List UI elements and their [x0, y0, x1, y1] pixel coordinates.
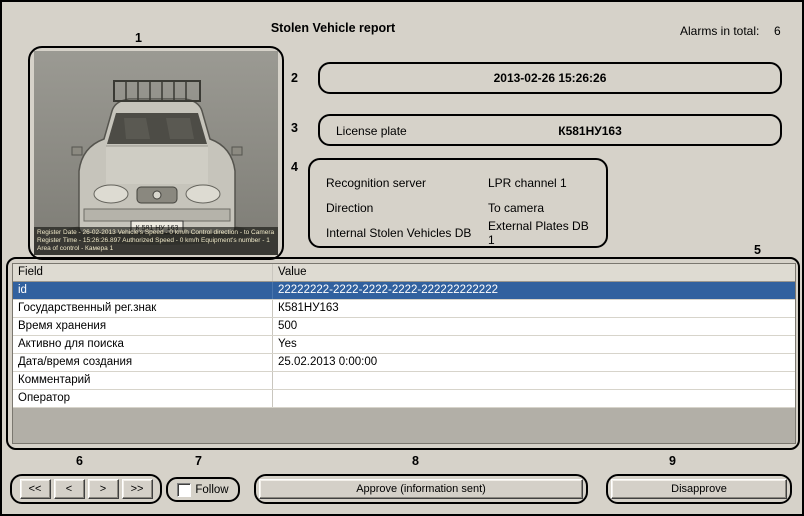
capture-datetime: 2013-02-26 15:26:26	[494, 71, 607, 85]
field-cell[interactable]: Государственный рег.знак	[13, 300, 273, 317]
detail-row-direction: Direction To camera	[326, 195, 596, 220]
navigation-box: << < > >>	[10, 474, 162, 504]
column-header-field[interactable]: Field	[13, 264, 273, 281]
alarms-total-count: 6	[774, 24, 781, 38]
table-row-operator[interactable]: Оператор	[13, 390, 795, 408]
recognition-details-box: Recognition server LPR channel 1 Directi…	[308, 158, 608, 248]
callout-number-3: 3	[291, 121, 298, 135]
callout-number-5: 5	[754, 243, 761, 257]
capture-datetime-box: 2013-02-26 15:26:26	[318, 62, 782, 94]
stolen-db-label: Internal Stolen Vehicles DB	[326, 226, 488, 240]
column-header-value[interactable]: Value	[273, 264, 795, 281]
approve-box: Approve (information sent)	[254, 474, 588, 504]
table-header-row: Field Value	[13, 264, 795, 282]
field-cell[interactable]: id	[13, 282, 273, 299]
previous-record-button[interactable]: <	[54, 479, 85, 499]
table-row-storage-time[interactable]: Время хранения 500	[13, 318, 795, 336]
detail-row-database: Internal Stolen Vehicles DB External Pla…	[326, 220, 596, 245]
value-cell[interactable]: Yes	[273, 336, 795, 353]
direction-label: Direction	[326, 201, 488, 215]
next-record-button[interactable]: >	[88, 479, 119, 499]
photo-overlay-line2: Register Time - 15:26:26.897 Authorized …	[37, 237, 275, 245]
follow-box: Follow	[166, 477, 240, 502]
field-cell[interactable]: Оператор	[13, 390, 273, 407]
recognition-server-label: Recognition server	[326, 176, 488, 190]
field-cell[interactable]: Комментарий	[13, 372, 273, 389]
field-cell[interactable]: Активно для поиска	[13, 336, 273, 353]
callout-number-7: 7	[195, 454, 202, 468]
field-cell[interactable]: Время хранения	[13, 318, 273, 335]
vehicle-photo-image: К 581 НУ 163	[34, 51, 278, 255]
last-record-button[interactable]: >>	[122, 479, 153, 499]
stolen-vehicle-report-window: Stolen Vehicle report Alarms in total: 6…	[0, 0, 804, 516]
table-row-comment[interactable]: Комментарий	[13, 372, 795, 390]
recognition-details: Recognition server LPR channel 1 Directi…	[326, 170, 596, 245]
table-row-id[interactable]: id 22222222-2222-2222-2222-222222222222	[13, 282, 795, 300]
callout-number-2: 2	[291, 71, 298, 85]
disapprove-box: Disapprove	[606, 474, 792, 504]
value-cell[interactable]	[273, 372, 795, 389]
stolen-db-value: External Plates DB 1	[488, 219, 596, 247]
record-table: Field Value id 22222222-2222-2222-2222-2…	[12, 263, 796, 444]
follow-label: Follow	[195, 484, 228, 496]
callout-number-9: 9	[669, 454, 676, 468]
vehicle-photo: К 581 НУ 163 Register Date - 26-02-2013 …	[34, 51, 278, 255]
license-plate-value: К581НУ163	[440, 124, 740, 138]
recognition-server-value: LPR channel 1	[488, 176, 596, 190]
table-row-reg-number[interactable]: Государственный рег.знак К581НУ163	[13, 300, 795, 318]
first-record-button[interactable]: <<	[20, 479, 51, 499]
detail-row-server: Recognition server LPR channel 1	[326, 170, 596, 195]
value-cell[interactable]	[273, 390, 795, 407]
license-plate-box: License plate К581НУ163	[318, 114, 782, 146]
callout-number-6: 6	[76, 454, 83, 468]
disapprove-button[interactable]: Disapprove	[611, 479, 787, 499]
direction-value: To camera	[488, 201, 596, 215]
follow-checkbox[interactable]	[177, 483, 191, 497]
value-cell[interactable]: 25.02.2013 0:00:00	[273, 354, 795, 371]
field-cell[interactable]: Дата/время создания	[13, 354, 273, 371]
callout-number-8: 8	[412, 454, 419, 468]
callout-number-4: 4	[291, 160, 298, 174]
alarms-total-label: Alarms in total:	[680, 24, 759, 38]
approve-button[interactable]: Approve (information sent)	[259, 479, 583, 499]
photo-metadata-overlay: Register Date - 26-02-2013 Vehicle's Spe…	[34, 227, 278, 255]
photo-overlay-line3: Area of control - Камера 1	[37, 245, 275, 253]
value-cell[interactable]: К581НУ163	[273, 300, 795, 317]
page-title: Stolen Vehicle report	[2, 21, 664, 35]
callout-number-1: 1	[135, 31, 142, 45]
license-plate-label: License plate	[336, 124, 407, 138]
value-cell[interactable]: 500	[273, 318, 795, 335]
table-row-creation-date[interactable]: Дата/время создания 25.02.2013 0:00:00	[13, 354, 795, 372]
photo-overlay-line1: Register Date - 26-02-2013 Vehicle's Spe…	[37, 229, 275, 237]
value-cell[interactable]: 22222222-2222-2222-2222-222222222222	[273, 282, 795, 299]
table-row-active-for-search[interactable]: Активно для поиска Yes	[13, 336, 795, 354]
